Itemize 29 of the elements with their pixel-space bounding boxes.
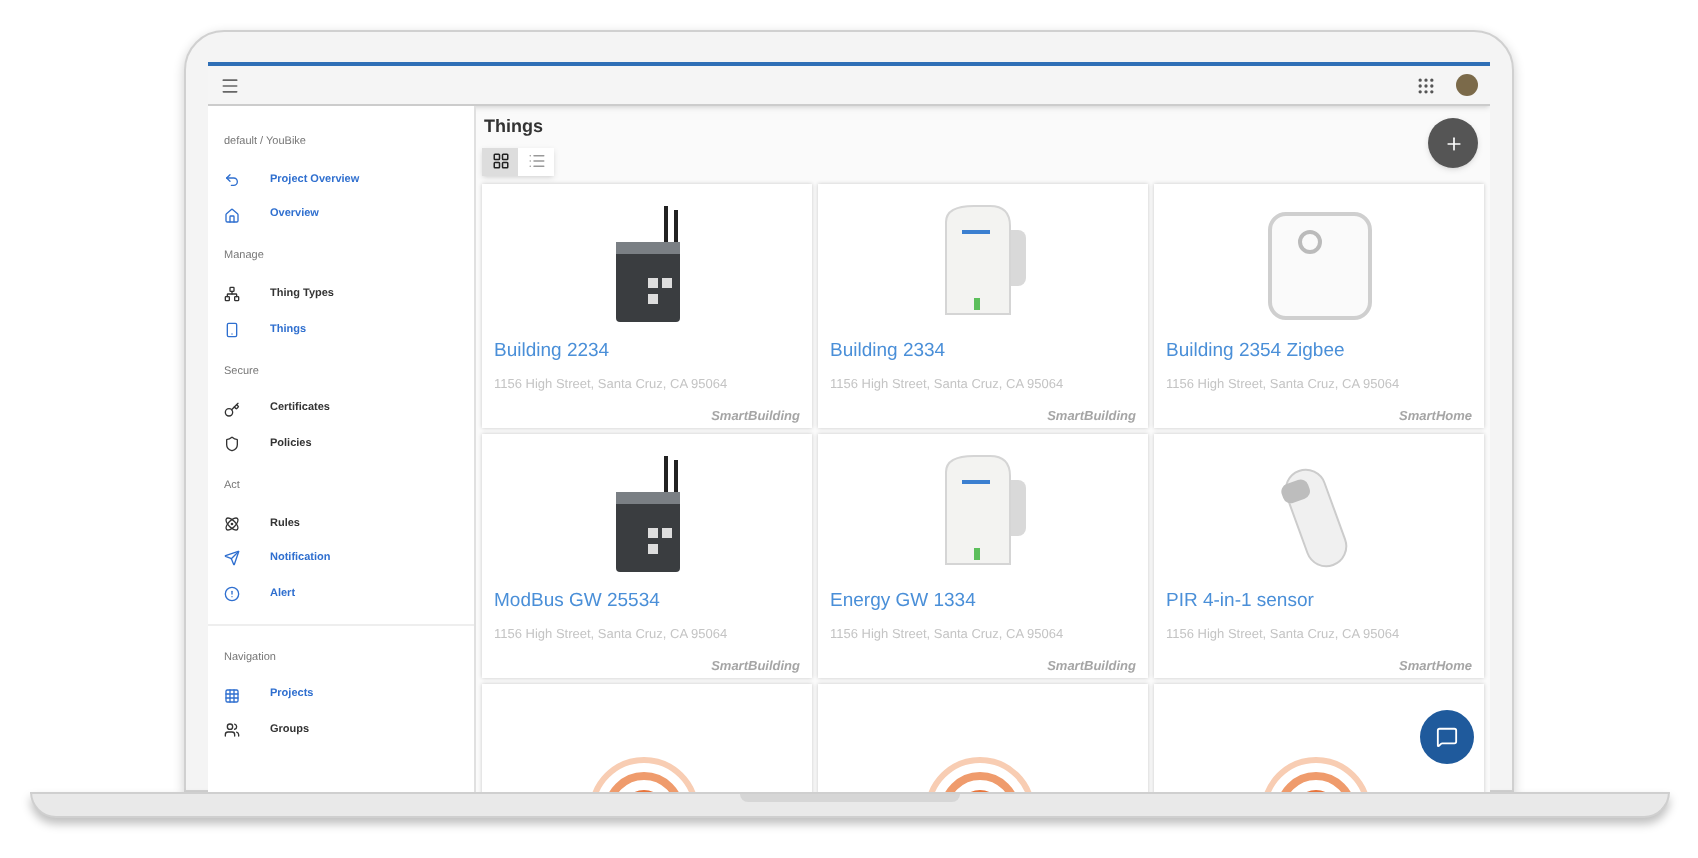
thing-name[interactable]: Building 2354 Zigbee [1166,337,1472,366]
thing-name[interactable]: Building 2234 [494,337,800,366]
page-title: Things [484,114,545,140]
sidebar-item-icon [224,207,240,223]
sidebar-item-icon [224,172,240,188]
thing-name[interactable]: Energy GW 1334 [830,587,1136,616]
sidebar-item-icon [224,436,240,452]
sidebar-item-icon [224,722,240,738]
chat-icon [1436,726,1458,748]
thing-name[interactable]: Building 2334 [830,337,1136,366]
thing-name[interactable]: ModBus GW 25534 [494,587,800,616]
view-toggle-option[interactable] [482,147,518,175]
add-button[interactable] [1428,118,1478,168]
avatar-icon[interactable] [1456,74,1478,96]
menu-icon[interactable] [220,75,240,95]
list-view-icon [527,152,545,170]
sidebar-item-icon [224,321,240,338]
sidebar-item-icon [224,286,240,303]
sidebar-item-icon [224,515,240,532]
sidebar-item-icon [224,550,240,567]
grid-view-icon [491,152,509,170]
sidebar-item-icon [224,687,240,703]
sidebar-item-icon [224,401,240,417]
view-toggle-option[interactable] [518,147,554,175]
square-hub-drawing [1265,209,1373,322]
apps-grid-icon[interactable] [1416,75,1436,95]
sidebar-item-icon [224,585,240,602]
thing-name[interactable]: PIR 4-in-1 sensor [1166,587,1472,616]
plus-icon [1443,133,1463,153]
